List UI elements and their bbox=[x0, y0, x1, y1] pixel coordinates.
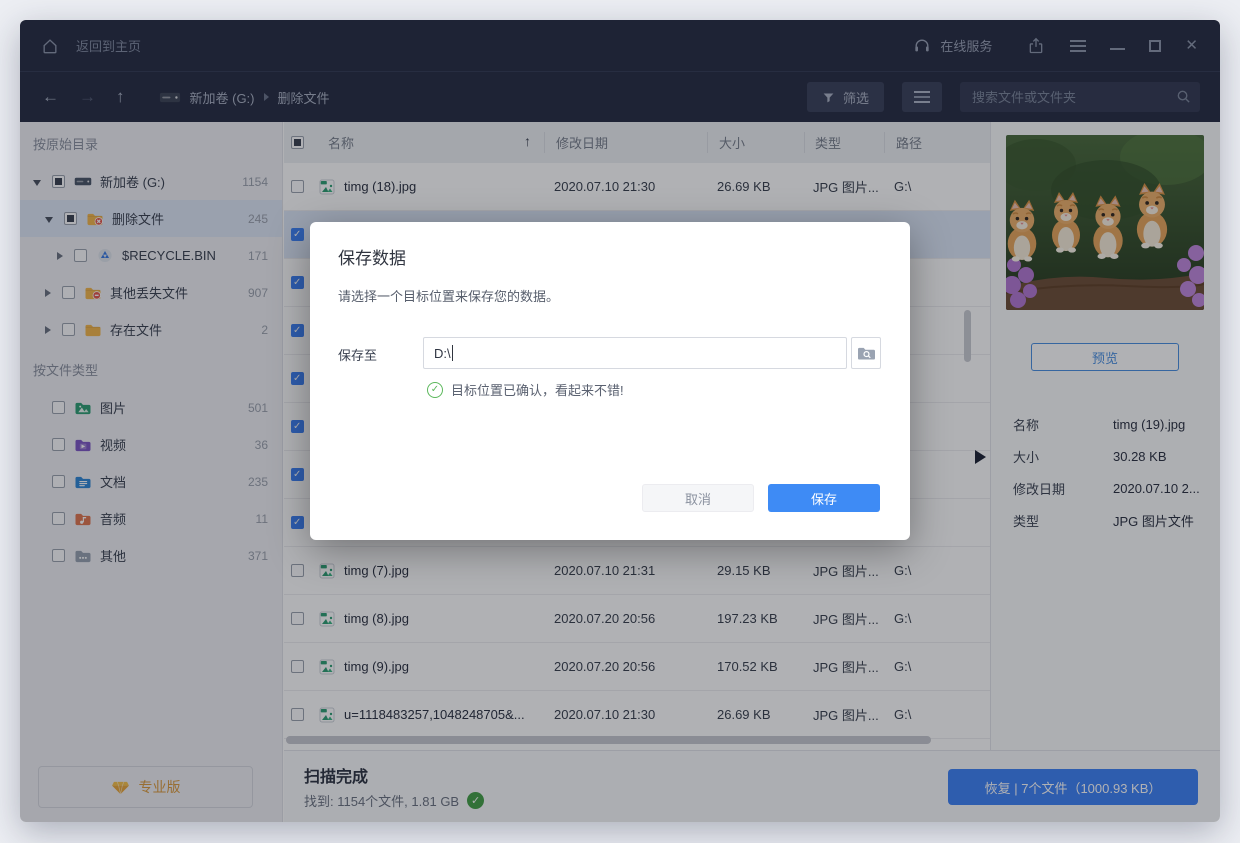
cancel-button[interactable]: 取消 bbox=[642, 484, 754, 512]
browse-button[interactable] bbox=[851, 337, 881, 369]
save-data-dialog: 保存数据 请选择一个目标位置来保存您的数据。 保存至 D:\ ✓ 目标位置已确认… bbox=[310, 222, 910, 540]
dialog-description: 请选择一个目标位置来保存您的数据。 bbox=[338, 289, 560, 304]
text-cursor bbox=[451, 345, 453, 361]
browse-folder-icon bbox=[857, 345, 876, 362]
dialog-title: 保存数据 bbox=[338, 249, 406, 268]
app-window: 返回到主页 在线服务 ✕ ← → ↑ 新加卷 (G:) 删除文件 筛选 搜索文件… bbox=[20, 20, 1220, 822]
save-button[interactable]: 保存 bbox=[768, 484, 880, 512]
destination-status-message: 目标位置已确认，看起来不错! bbox=[451, 383, 624, 398]
check-circle-icon: ✓ bbox=[427, 381, 443, 398]
save-to-label: 保存至 bbox=[338, 348, 378, 363]
save-path-value: D:\ bbox=[434, 345, 451, 361]
save-path-input[interactable]: D:\ bbox=[423, 337, 847, 369]
